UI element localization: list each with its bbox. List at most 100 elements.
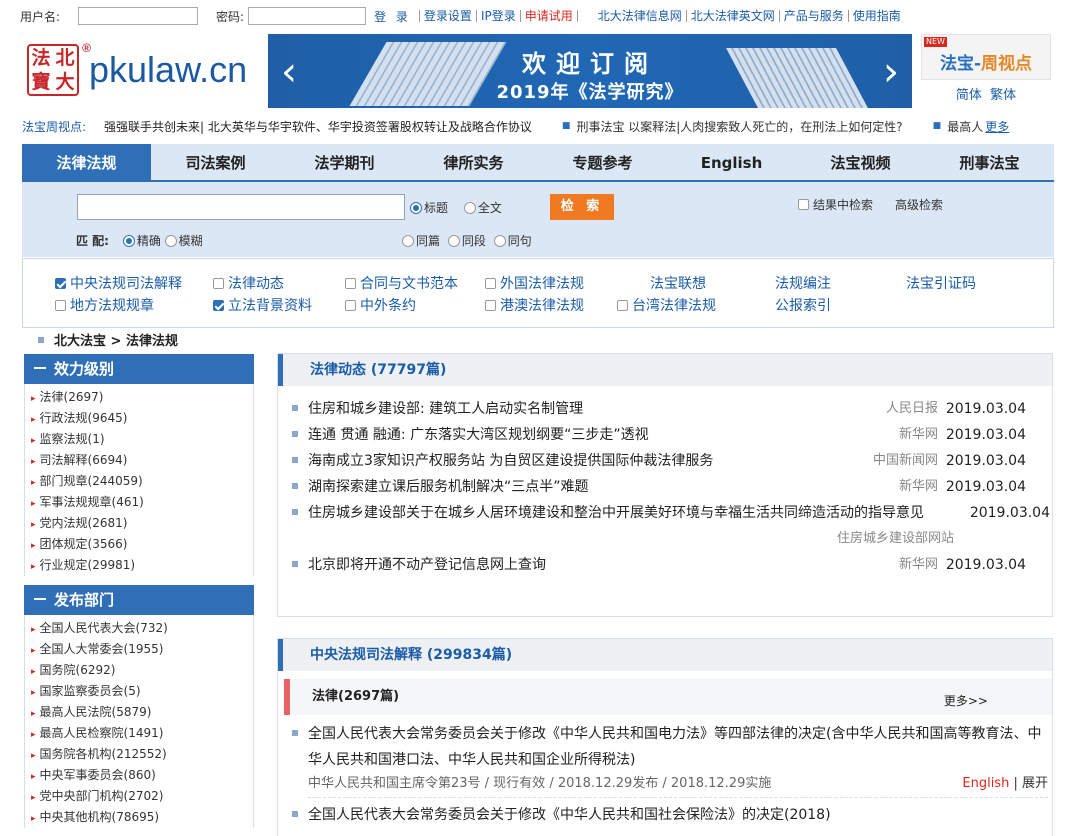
sidebar-level-header[interactable]: 效力级别 <box>24 354 254 384</box>
category-legislative-background[interactable]: 立法背景资料 <box>213 295 312 315</box>
english-link[interactable]: English <box>962 776 1009 791</box>
same-sentence-label: 同句 <box>507 234 532 248</box>
sidebar-item[interactable]: ▸ 最高人民检察院(1491) <box>25 723 253 744</box>
tab-journals[interactable]: 法学期刊 <box>280 144 409 180</box>
category-association[interactable]: 法宝联想 <box>650 273 706 293</box>
site-logo[interactable]: 法 北 寶 大 ® pkulaw.cn <box>27 40 259 100</box>
weekly-focus-badge[interactable]: NEW 法宝-周视点 <box>921 34 1051 80</box>
checkbox-icon <box>617 300 628 311</box>
simplified-link[interactable]: 简体 <box>956 88 982 103</box>
category-citation-code[interactable]: 法宝引证码 <box>906 273 976 293</box>
traditional-link[interactable]: 繁体 <box>990 88 1016 103</box>
ticker-item[interactable]: 最高人 <box>947 118 983 135</box>
law-title[interactable]: 全国人民代表大会常务委员会关于修改《中华人民共和国社会保险法》的决定(2018) <box>308 802 1052 828</box>
sidebar-item[interactable]: ▸ 全国人大常委会(1955) <box>25 639 253 660</box>
tab-topics[interactable]: 专题参考 <box>538 144 667 180</box>
news-title[interactable]: 连通 贯通 融通: 广东落实大湾区规划纲要“三步走”透视 <box>308 427 649 443</box>
sidebar-item[interactable]: ▸ 党中央部门机构(2702) <box>25 786 253 807</box>
sidebar-item[interactable]: ▸ 行政法规(9645) <box>25 408 253 429</box>
law-dynamics-title[interactable]: 法律动态 (77797篇) <box>278 354 1052 386</box>
laws-subsection-title[interactable]: 法律(2697篇) <box>312 689 399 704</box>
sidebar-item[interactable]: ▸ 司法解释(6694) <box>25 450 253 471</box>
news-title[interactable]: 湖南探索建立课后服务机制解决“三点半”难题 <box>308 479 589 495</box>
within-results-checkbox[interactable]: 结果中检索 <box>798 196 873 213</box>
chinalawinfo-link[interactable]: 北大法律信息网 <box>594 10 687 22</box>
tab-videos[interactable]: 法宝视频 <box>796 144 925 180</box>
category-contracts[interactable]: 合同与文书范本 <box>345 273 458 293</box>
sidebar-item[interactable]: ▸ 国务院(6292) <box>25 660 253 681</box>
tab-cases[interactable]: 司法案例 <box>151 144 280 180</box>
same-article-radio[interactable]: 同篇 <box>402 234 442 248</box>
category-annotations[interactable]: 法规编注 <box>775 273 831 293</box>
sidebar-item[interactable]: ▸ 行业规定(29981) <box>25 555 253 576</box>
news-title[interactable]: 住房和城乡建设部: 建筑工人启动实名制管理 <box>308 401 583 417</box>
category-local-laws[interactable]: 地方法规规章 <box>55 295 154 315</box>
news-item[interactable]: 住房和城乡建设部: 建筑工人启动实名制管理 人民日报 2019.03.04 <box>278 396 1052 422</box>
news-source: 人民日报 <box>885 401 938 416</box>
category-central-laws[interactable]: 中央法规司法解释 <box>55 273 182 293</box>
category-gazette-index[interactable]: 公报索引 <box>775 295 831 315</box>
new-badge: NEW <box>924 37 947 47</box>
tab-laws[interactable]: 法律法规 <box>22 144 151 180</box>
news-item[interactable]: 海南成立3家知识产权服务站 为自贸区建设提供国际仲裁法律服务 中国新闻网 2019.… <box>278 448 1052 474</box>
news-item[interactable]: 湖南探索建立课后服务机制解决“三点半”难题 新华网 2019.03.04 <box>278 474 1052 500</box>
sidebar-item[interactable]: ▸ 法律(2697) <box>25 387 253 408</box>
sidebar-item[interactable]: ▸ 军事法规规章(461) <box>25 492 253 513</box>
password-input[interactable] <box>248 7 367 25</box>
expand-link[interactable]: 展开 <box>1022 776 1048 791</box>
search-input[interactable] <box>77 194 405 220</box>
ip-login-link[interactable]: IP登录 <box>475 10 520 22</box>
username-input[interactable] <box>78 7 199 25</box>
news-title[interactable]: 海南成立3家知识产权服务站 为自贸区建设提供国际仲裁法律服务 <box>308 453 713 469</box>
same-sentence-radio[interactable]: 同句 <box>493 234 534 248</box>
ticker-more-link[interactable]: 更多 <box>985 118 1009 135</box>
sidebar-item[interactable]: ▸ 全国人民代表大会(732) <box>25 618 253 639</box>
sidebar-item[interactable]: ▸ 最高人民法院(5879) <box>25 702 253 723</box>
search-button[interactable]: 检 索 <box>550 194 614 220</box>
radio-icon <box>402 235 414 247</box>
news-item[interactable]: 连通 贯通 融通: 广东落实大湾区规划纲要“三步走”透视 新华网 2019.03.0… <box>278 422 1052 448</box>
news-title[interactable]: 北京即将开通不动产登记信息网上查询 <box>308 557 546 573</box>
apply-trial-link[interactable]: 申请试用 <box>519 10 577 22</box>
sidebar-item[interactable]: ▸ 监察法规(1) <box>25 429 253 450</box>
guide-link[interactable]: 使用指南 <box>849 10 905 22</box>
sidebar-item[interactable]: ▸ 国务院各机构(212552) <box>25 744 253 765</box>
news-item[interactable]: 北京即将开通不动产登记信息网上查询 新华网 2019.03.04 <box>278 552 1052 578</box>
category-foreign-laws[interactable]: 外国法律法规 <box>485 273 584 293</box>
scope-title-radio[interactable]: 标题 <box>410 201 454 215</box>
category-hk-macau-laws[interactable]: 港澳法律法规 <box>485 295 584 315</box>
ticker-item[interactable]: 强强联手共创未来| 北大英华与华宇软件、华宇投资签署股权转让及战略合作协议 <box>104 118 532 135</box>
products-link[interactable]: 产品与服务 <box>780 10 849 22</box>
central-laws-title[interactable]: 中央法规司法解释 (299834篇) <box>278 639 1052 671</box>
sidebar-item[interactable]: ▸ 中央其他机构(78695) <box>25 807 253 828</box>
scope-full-radio[interactable]: 全文 <box>463 201 508 215</box>
tab-practice[interactable]: 律所实务 <box>409 144 538 180</box>
promo-banner[interactable]: ‹ › 欢迎订阅 2019年《法学研究》 <box>268 34 912 108</box>
law-meta-text: 中华人民共和国主席令第23号 / 现行有效 / 2018.12.29发布 / 2… <box>308 776 772 791</box>
same-para-radio[interactable]: 同段 <box>447 234 488 248</box>
sidebar-item[interactable]: ▸ 国家监察委员会(5) <box>25 681 253 702</box>
more-link[interactable]: 更多>> <box>944 683 988 719</box>
sidebar-item[interactable]: ▸ 中央军事委员会(860) <box>25 765 253 786</box>
tab-english[interactable]: English <box>667 144 796 180</box>
sidebar-dept-header[interactable]: 发布部门 <box>24 585 254 615</box>
ticker-item[interactable]: 刑事法宝 以案释法|人肉搜索致人死亡的，在刑法上如何定性? <box>576 118 902 135</box>
login-settings-link[interactable]: 登录设置 <box>418 10 476 22</box>
lawinfochina-link[interactable]: 北大法律英文网 <box>687 10 780 22</box>
sidebar-item[interactable]: ▸ 党内法规(2681) <box>25 513 253 534</box>
match-exact-radio[interactable]: 精确 <box>122 234 161 248</box>
sidebar-item[interactable]: ▸ 部门规章(244059) <box>25 471 253 492</box>
news-title[interactable]: 住房城乡建设部关于在城乡人居环境建设和整治中开展美好环境与幸福生活共同缔造活动的… <box>308 500 956 526</box>
category-treaties[interactable]: 中外条约 <box>345 295 416 315</box>
category-law-dynamics[interactable]: 法律动态 <box>213 273 284 293</box>
law-title[interactable]: 全国人民代表大会常务委员会关于修改《中华人民共和国电力法》等四部法律的决定(含中… <box>308 721 1052 773</box>
arrow-right-icon: ▸ <box>31 751 36 761</box>
match-fuzzy-radio[interactable]: 模糊 <box>164 234 203 248</box>
pkulaw-seal-logo: 法 北 寶 大 ® <box>27 41 91 96</box>
news-item[interactable]: 住房城乡建设部关于在城乡人居环境建设和整治中开展美好环境与幸福生活共同缔造活动的… <box>278 500 1052 552</box>
tab-criminal[interactable]: 刑事法宝 <box>925 144 1054 180</box>
category-taiwan-laws[interactable]: 台湾法律法规 <box>617 295 716 315</box>
advanced-search-link[interactable]: 高级检索 <box>895 196 943 213</box>
login-button[interactable]: 登 录 <box>374 8 411 25</box>
sidebar-item[interactable]: ▸ 团体规定(3566) <box>25 534 253 555</box>
